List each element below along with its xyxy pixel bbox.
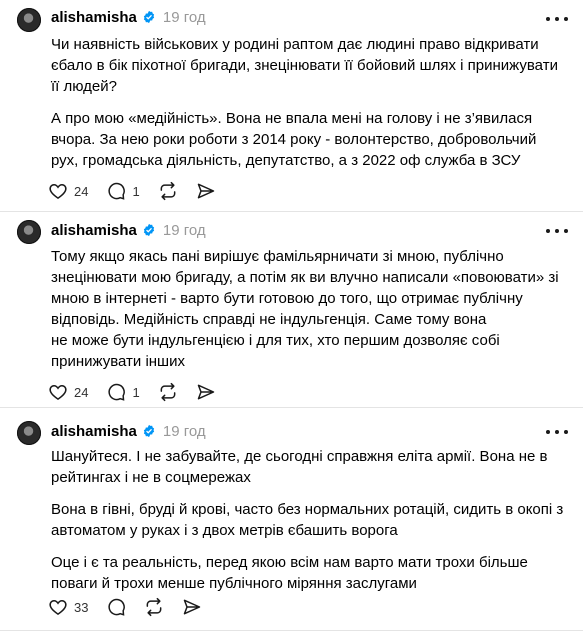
like-button[interactable]: 33 <box>48 597 88 617</box>
post-paragraph: Чи наявність військових у родині раптом … <box>51 36 558 95</box>
post-time[interactable]: 19 год <box>163 9 206 26</box>
post-paragraph: Вона в гівні, бруді й крові, часто без н… <box>51 501 564 539</box>
share-icon <box>184 599 201 615</box>
more-dots-icon[interactable] <box>546 16 568 22</box>
comment-icon <box>108 383 126 401</box>
more-dots-icon[interactable] <box>546 429 568 435</box>
heart-icon <box>49 599 67 615</box>
repost-icon <box>160 382 176 402</box>
more-dots-icon[interactable] <box>546 228 568 234</box>
like-count: 33 <box>74 599 89 615</box>
reply-count: 1 <box>132 384 140 400</box>
heart-icon <box>49 183 67 199</box>
username[interactable]: alishamisha <box>51 423 137 440</box>
verified-badge-icon <box>143 10 155 24</box>
like-count: 24 <box>74 183 89 199</box>
repost-button[interactable] <box>158 382 178 402</box>
post-header: alishamisha 19 год <box>51 421 206 441</box>
thread-post: alishamisha 19 год Шануйтеся. І не забув… <box>0 408 583 631</box>
like-button[interactable]: 24 <box>48 181 88 201</box>
reply-button[interactable]: 1 <box>106 181 140 201</box>
reply-button[interactable]: 1 <box>106 382 140 402</box>
post-paragraph: Тому якщо якась пані вирішує фамільярнич… <box>51 248 559 370</box>
repost-icon <box>147 597 162 617</box>
post-header: alishamisha 19 год <box>51 7 206 27</box>
share-icon <box>197 183 214 199</box>
verified-badge-icon <box>143 223 155 237</box>
post-actions: 33 <box>48 595 220 619</box>
thread-post: alishamisha 19 год Тому якщо якась пані … <box>0 212 583 408</box>
reply-count: 1 <box>132 183 140 199</box>
post-time[interactable]: 19 год <box>163 423 206 440</box>
comment-icon <box>108 182 126 200</box>
share-button[interactable] <box>196 181 216 201</box>
comment-icon <box>108 598 126 616</box>
avatar[interactable] <box>17 8 41 32</box>
avatar[interactable] <box>17 220 41 244</box>
post-paragraph: Шануйтеся. І не забувайте, де сьогодні с… <box>51 448 548 486</box>
post-time[interactable]: 19 год <box>163 222 206 239</box>
repost-icon <box>160 181 176 201</box>
share-button[interactable] <box>196 382 216 402</box>
avatar[interactable] <box>17 421 41 445</box>
share-icon <box>197 384 214 400</box>
post-paragraph: Оце і є та реальність, перед якою всім н… <box>51 554 528 592</box>
share-button[interactable] <box>182 597 202 617</box>
post-actions: 24 1 <box>48 179 234 203</box>
post-paragraph: А про мою «медійність». Вона не впала ме… <box>51 110 537 169</box>
reply-button[interactable] <box>106 597 126 617</box>
repost-button[interactable] <box>158 181 178 201</box>
post-body: Тому якщо якась пані вирішує фамільярнич… <box>51 246 569 383</box>
verified-badge-icon <box>143 424 155 438</box>
like-count: 24 <box>74 384 89 400</box>
post-body: Чи наявність військових у родині раптом … <box>51 34 569 182</box>
like-button[interactable]: 24 <box>48 382 88 402</box>
username[interactable]: alishamisha <box>51 9 137 26</box>
heart-icon <box>49 384 67 400</box>
thread-post: alishamisha 19 год Чи наявність військов… <box>0 0 583 212</box>
post-actions: 24 1 <box>48 380 234 404</box>
repost-button[interactable] <box>144 597 164 617</box>
post-header: alishamisha 19 год <box>51 220 206 240</box>
post-body: Шануйтеся. І не забувайте, де сьогодні с… <box>51 446 569 605</box>
username[interactable]: alishamisha <box>51 222 137 239</box>
